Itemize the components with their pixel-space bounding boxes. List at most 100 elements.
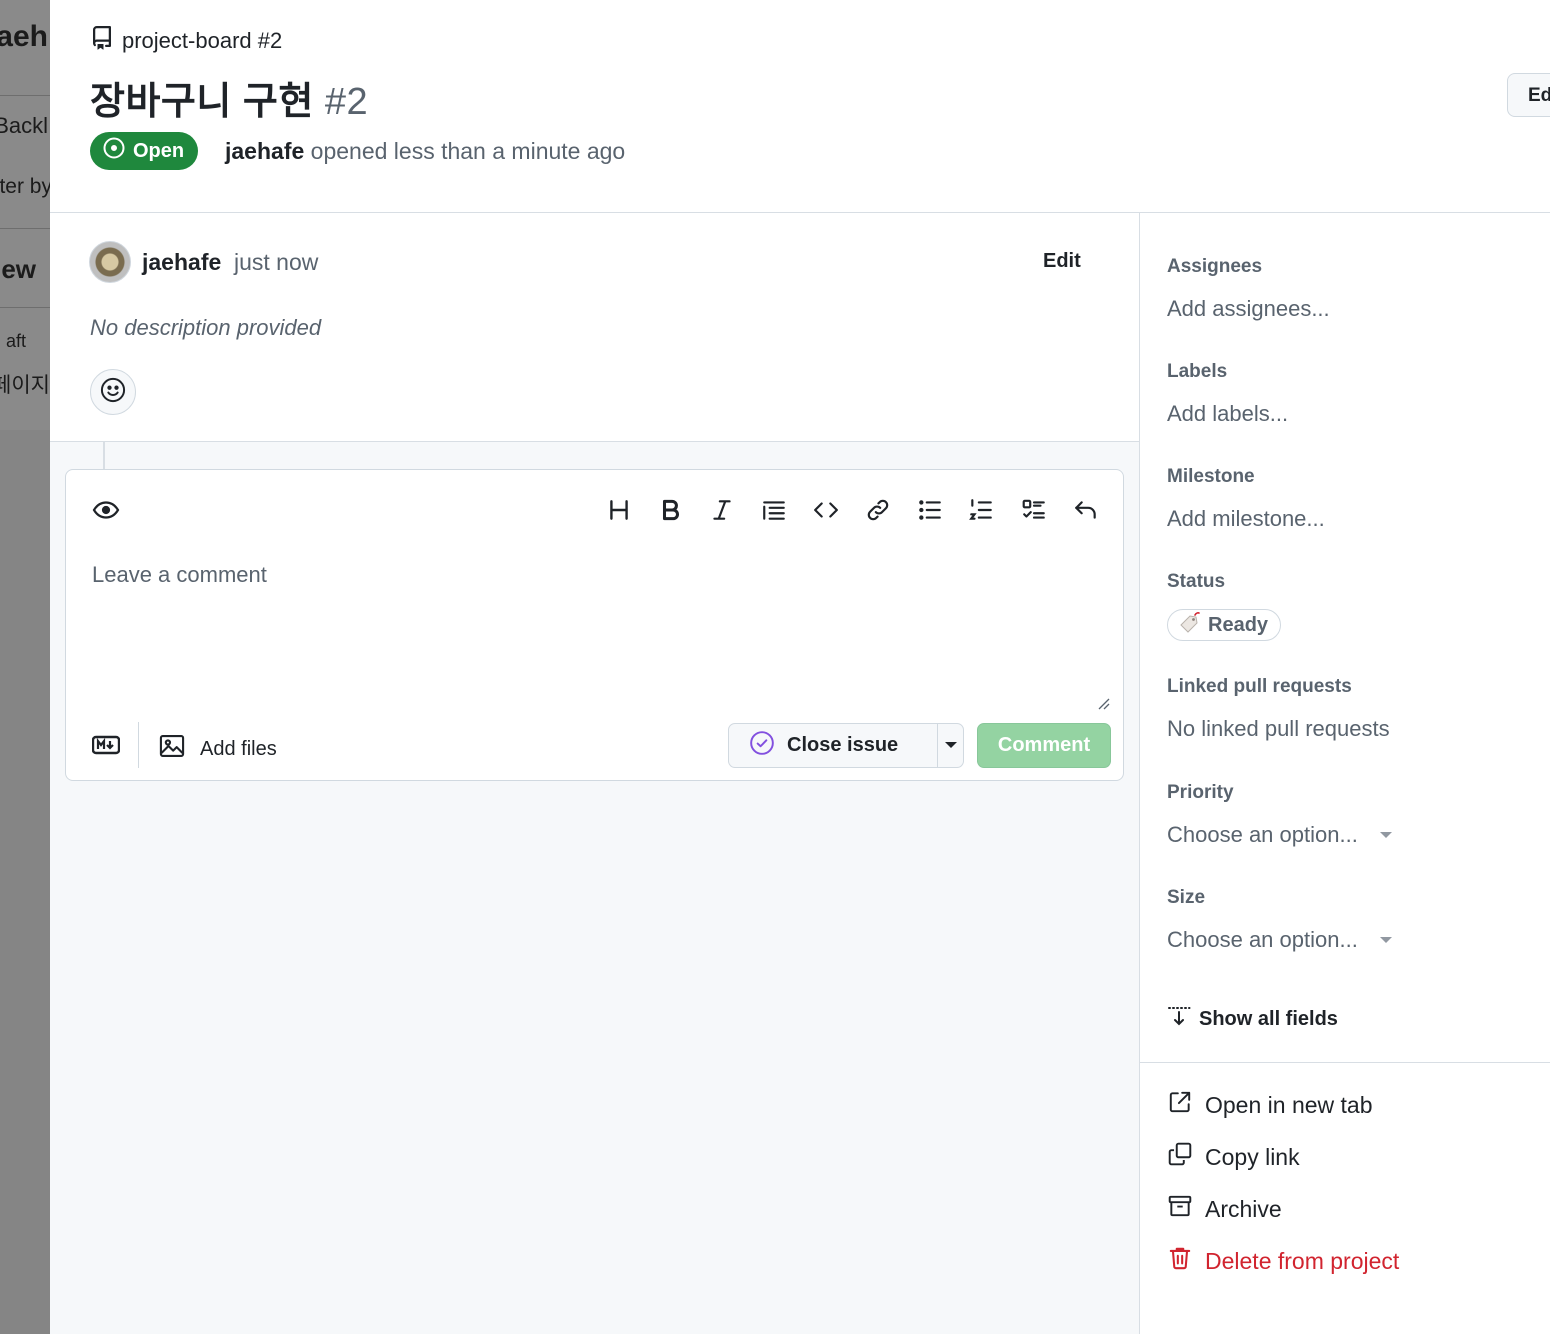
issue-title: 장바구니 구현 (90, 81, 314, 123)
linked-prs-label: Linked pull requests (1167, 676, 1352, 697)
preview-eye-icon[interactable] (92, 498, 120, 522)
check-circle-icon (749, 730, 775, 762)
bulleted-list-icon[interactable] (915, 495, 945, 525)
comment-button[interactable]: Comment (977, 723, 1111, 768)
add-files-button[interactable]: Add files (158, 732, 277, 766)
avatar[interactable] (89, 241, 131, 283)
comment-author[interactable]: jaehafe (142, 249, 221, 276)
italic-icon[interactable] (707, 495, 737, 525)
close-issue-button[interactable]: Close issue (729, 724, 938, 767)
open-in-new-tab-button[interactable]: Open in new tab (1167, 1089, 1373, 1121)
status-label: Status (1167, 571, 1226, 592)
issue-number: #2 (324, 81, 369, 123)
status-badge-label: Open (133, 139, 185, 162)
background-text: Backl (0, 113, 48, 138)
background-divider (0, 95, 50, 96)
heading-icon[interactable] (604, 495, 634, 525)
undo-icon[interactable] (1071, 495, 1101, 525)
priority-value: Choose an option... (1167, 822, 1358, 847)
milestone-label: Milestone (1167, 466, 1255, 487)
close-issue-dropdown[interactable] (938, 724, 963, 767)
copy-link-button[interactable]: Copy link (1167, 1141, 1300, 1173)
caret-down-icon (944, 737, 958, 755)
trash-icon (1167, 1245, 1193, 1277)
priority-field: Priority Choose an option... (1167, 782, 1392, 848)
background-board: aeh Backl ter by ew aft 페이지 (0, 0, 50, 1334)
copy-icon (1167, 1141, 1193, 1173)
delete-from-project-button[interactable]: Delete from project (1167, 1245, 1399, 1277)
archive-button[interactable]: Archive (1167, 1193, 1282, 1225)
chevron-down-icon (1379, 832, 1392, 838)
issue-opened-text: opened less than a minute ago (310, 138, 626, 164)
description-text: No description provided (90, 315, 322, 340)
show-all-fields-button[interactable]: Show all fields (1167, 1005, 1338, 1033)
resize-handle-icon[interactable] (1096, 696, 1110, 710)
chevron-down-icon (1379, 937, 1392, 943)
unfold-down-icon (1167, 1005, 1191, 1033)
delete-from-project-label: Delete from project (1205, 1247, 1400, 1274)
copy-link-label: Copy link (1205, 1143, 1300, 1170)
archive-icon (1167, 1193, 1193, 1225)
issue-meta: jaehafe opened less than a minute ago (225, 138, 625, 165)
background-panel (0, 0, 50, 430)
issue-body-column: jaehafe just now Edit No description pro… (50, 213, 1139, 1334)
size-select[interactable]: Choose an option... (1167, 927, 1392, 953)
link-icon[interactable] (863, 495, 893, 525)
markdown-icon[interactable] (91, 735, 121, 755)
code-icon[interactable] (811, 495, 841, 525)
assignees-label: Assignees (1167, 256, 1263, 277)
smiley-icon (99, 376, 127, 409)
labels-value[interactable]: Add labels... (1167, 401, 1288, 427)
archive-label: Archive (1205, 1195, 1282, 1222)
background-text: ew (1, 254, 36, 284)
priority-select[interactable]: Choose an option... (1167, 822, 1392, 848)
status-pill[interactable]: Ready (1167, 609, 1282, 641)
numbered-list-icon[interactable] (966, 495, 996, 525)
comment-textarea[interactable]: Leave a comment (92, 562, 267, 588)
add-files-label: Add files (200, 737, 277, 760)
timeline-line (103, 442, 105, 470)
linked-prs-value: No linked pull requests (1167, 716, 1390, 741)
size-label: Size (1167, 887, 1206, 908)
edit-description-button[interactable]: Edit (1043, 250, 1081, 273)
breadcrumb[interactable]: project-board #2 (90, 26, 282, 56)
tag-icon (1178, 611, 1202, 639)
sidebar-divider (1140, 1062, 1550, 1063)
toolbar-divider (138, 722, 139, 768)
background-text: 페이지 (0, 374, 50, 397)
breadcrumb-label: project-board #2 (122, 28, 283, 53)
image-icon (158, 732, 186, 766)
issue-sidebar: Assignees Add assignees... Labels Add la… (1139, 213, 1550, 1334)
background-divider (0, 307, 50, 308)
background-divider (0, 228, 50, 229)
priority-label: Priority (1167, 782, 1234, 803)
assignees-field: Assignees Add assignees... (1167, 256, 1330, 322)
assignees-value[interactable]: Add assignees... (1167, 296, 1330, 322)
issue-side-panel: project-board #2 장바구니 구현 #2 Ed Open jaeh… (50, 0, 1550, 1334)
milestone-value[interactable]: Add milestone... (1167, 506, 1325, 532)
background-text: aeh (0, 20, 48, 53)
status-badge: Open (90, 132, 199, 170)
add-reaction-button[interactable] (90, 369, 136, 415)
milestone-field: Milestone Add milestone... (1167, 466, 1325, 532)
comment-time[interactable]: just now (234, 249, 318, 276)
open-in-new-tab-label: Open in new tab (1205, 1091, 1373, 1118)
background-text: aft (5, 331, 26, 351)
external-link-icon (1167, 1089, 1193, 1121)
size-field: Size Choose an option... (1167, 887, 1392, 953)
close-issue-split-button: Close issue (728, 723, 964, 768)
close-issue-label: Close issue (787, 734, 899, 756)
comment-editor: Leave a comment Add files Close issue Co… (65, 469, 1124, 781)
quote-icon[interactable] (759, 495, 789, 525)
linked-prs-field: Linked pull requests No linked pull requ… (1167, 676, 1390, 742)
issue-author-link[interactable]: jaehafe (225, 138, 304, 164)
issue-header: project-board #2 장바구니 구현 #2 Ed Open jaeh… (50, 0, 1550, 213)
task-list-icon[interactable] (1019, 495, 1049, 525)
repo-icon (90, 26, 114, 56)
size-value: Choose an option... (1167, 927, 1358, 952)
status-value: Ready (1208, 613, 1269, 636)
bold-icon[interactable] (656, 495, 686, 525)
show-all-fields-label: Show all fields (1199, 1007, 1338, 1030)
edit-title-button[interactable]: Ed (1507, 73, 1550, 117)
background-text: ter by (0, 175, 50, 198)
